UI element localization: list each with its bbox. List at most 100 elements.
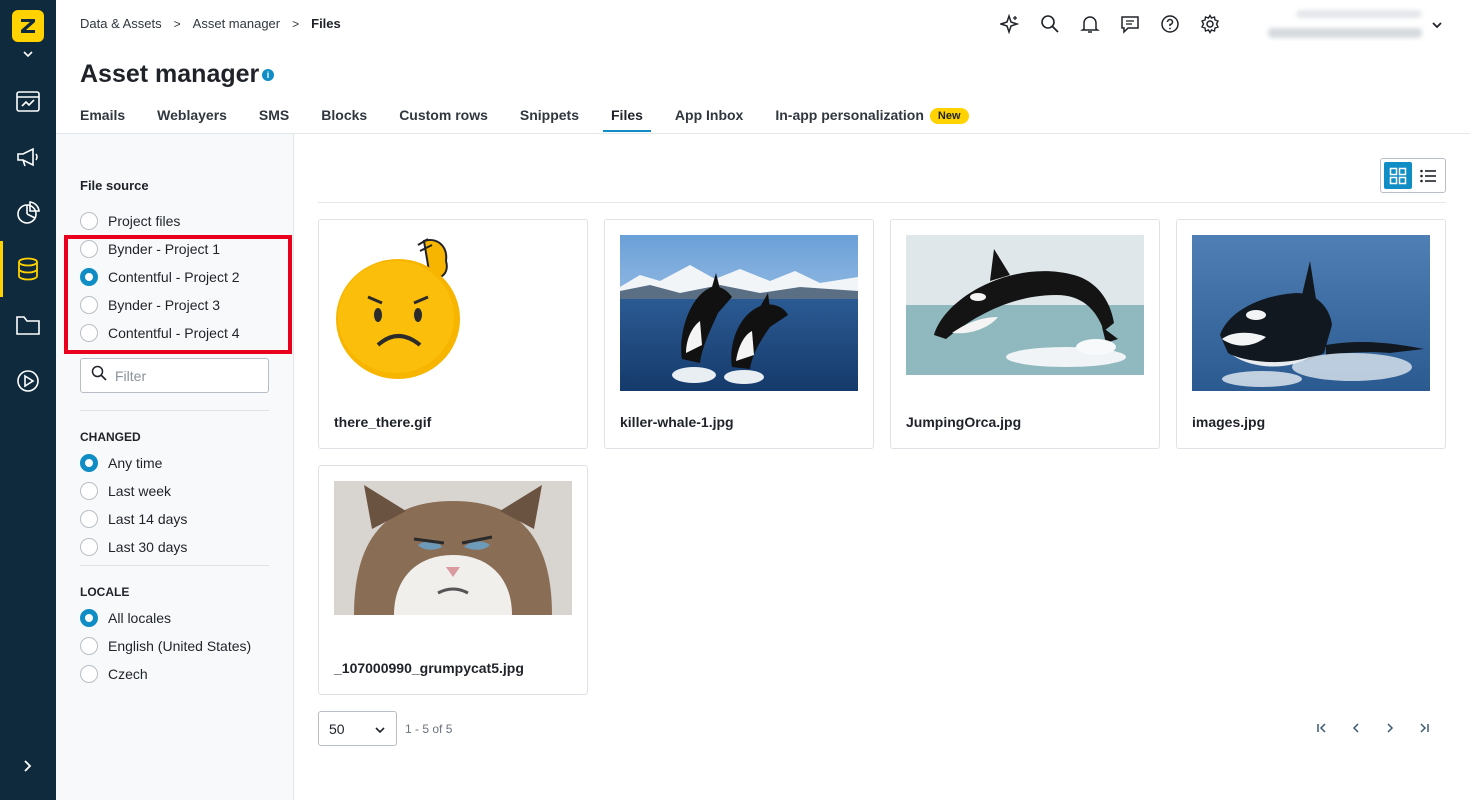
radio-button[interactable] <box>80 538 98 556</box>
divider <box>80 410 269 411</box>
first-page-icon[interactable] <box>1312 718 1332 738</box>
radio-label: Last week <box>108 483 172 499</box>
radio-button-checked[interactable] <box>80 454 98 472</box>
tab-emails[interactable]: Emails <box>80 100 125 132</box>
tab-blocks[interactable]: Blocks <box>321 100 367 132</box>
file-card[interactable]: there_there.gif <box>318 219 588 449</box>
tab-app-inbox[interactable]: App Inbox <box>675 100 743 132</box>
radio-label: Last 14 days <box>108 511 188 527</box>
breadcrumb-item-data-assets[interactable]: Data & Assets <box>80 16 162 31</box>
campaigns-icon[interactable] <box>0 74 56 130</box>
filter-input[interactable] <box>115 367 255 384</box>
project-name-blurred <box>1268 28 1422 38</box>
radio-project-files[interactable]: Project files <box>80 211 180 231</box>
radio-czech[interactable]: Czech <box>80 664 148 684</box>
tab-snippets[interactable]: Snippets <box>520 100 579 132</box>
app-logo[interactable] <box>12 10 44 42</box>
breadcrumb-item-asset-manager[interactable]: Asset manager <box>193 16 280 31</box>
radio-button-checked[interactable] <box>80 609 98 627</box>
tab-files[interactable]: Files <box>603 100 651 132</box>
radio-button[interactable] <box>80 212 98 230</box>
tab-custom-rows[interactable]: Custom rows <box>399 100 488 132</box>
radio-button[interactable] <box>80 665 98 683</box>
tab-label: In-app personalization <box>775 107 924 123</box>
gear-icon[interactable] <box>1198 12 1222 36</box>
filter-field[interactable] <box>80 358 269 393</box>
radio-label: All locales <box>108 610 172 626</box>
radio-button[interactable] <box>80 482 98 500</box>
chevron-down-icon[interactable] <box>1430 18 1444 37</box>
tab-label: SMS <box>258 107 290 123</box>
play-icon[interactable] <box>0 353 56 409</box>
search-icon <box>91 365 107 386</box>
tab-label: Snippets <box>519 107 579 123</box>
divider <box>80 565 269 566</box>
database-icon[interactable] <box>0 241 56 297</box>
new-badge: New <box>929 108 969 124</box>
radio-label: Project files <box>108 213 181 229</box>
grid-view-icon[interactable] <box>1384 162 1412 189</box>
filter-sidebar: File source Project files Bynder - Proje… <box>56 134 294 800</box>
list-view-icon[interactable] <box>1415 162 1443 189</box>
search-icon[interactable] <box>1038 12 1062 36</box>
chevron-down-icon <box>374 723 386 739</box>
radio-last-14-days[interactable]: Last 14 days <box>80 509 187 529</box>
file-card[interactable]: killer-whale-1.jpg <box>604 219 874 449</box>
tab-label: Weblayers <box>157 107 227 123</box>
breadcrumb: Data & Assets > Asset manager > Files <box>80 16 341 31</box>
tab-label: App Inbox <box>674 107 744 123</box>
breadcrumb-separator: > <box>292 16 300 31</box>
radio-label: Last 30 days <box>108 539 188 555</box>
chevron-down-icon[interactable] <box>20 48 36 60</box>
file-name: images.jpg <box>1192 414 1266 430</box>
next-page-icon[interactable] <box>1380 718 1400 738</box>
radio-label: English (United States) <box>108 638 252 654</box>
last-page-icon[interactable] <box>1414 718 1434 738</box>
grumpy-cat-image <box>334 481 572 637</box>
tab-label: Files <box>611 107 643 123</box>
file-name: killer-whale-1.jpg <box>620 414 734 430</box>
account-switcher[interactable] <box>1262 6 1452 42</box>
radio-last-30-days[interactable]: Last 30 days <box>80 537 187 557</box>
analytics-icon[interactable] <box>0 185 56 241</box>
tab-weblayers[interactable]: Weblayers <box>157 100 227 132</box>
left-nav-rail <box>0 0 56 800</box>
tab-sms[interactable]: SMS <box>259 100 289 132</box>
two-orcas-image <box>620 235 858 391</box>
radio-all-locales[interactable]: All locales <box>80 608 171 628</box>
radio-label: Czech <box>108 666 148 682</box>
header-actions <box>998 12 1222 36</box>
radio-any-time[interactable]: Any time <box>80 453 162 473</box>
tab-in-app-personalization[interactable]: In-app personalization New <box>775 100 969 132</box>
radio-button[interactable] <box>80 637 98 655</box>
page-size-select[interactable]: 50 <box>318 711 397 746</box>
orca-splash-image <box>1192 235 1430 391</box>
pagination-controls <box>1312 718 1434 738</box>
folder-icon[interactable] <box>0 297 56 353</box>
info-icon[interactable]: i <box>262 69 274 81</box>
file-card[interactable]: _107000990_grumpycat5.jpg <box>318 465 588 695</box>
tab-label: Custom rows <box>399 107 488 123</box>
expand-icon[interactable] <box>16 754 40 778</box>
view-mode-toggle <box>1380 158 1446 193</box>
radio-english-us[interactable]: English (United States) <box>80 636 251 656</box>
tab-label: Blocks <box>321 107 368 123</box>
page-title: Asset manager <box>80 60 260 88</box>
file-source-title: File source <box>80 178 149 193</box>
bell-icon[interactable] <box>1078 12 1102 36</box>
file-card[interactable]: images.jpg <box>1176 219 1446 449</box>
radio-button[interactable] <box>80 510 98 528</box>
file-name: JumpingOrca.jpg <box>906 414 1022 430</box>
file-name: there_there.gif <box>334 414 432 430</box>
previous-page-icon[interactable] <box>1346 718 1366 738</box>
megaphone-icon[interactable] <box>0 129 56 185</box>
help-icon[interactable] <box>1158 12 1182 36</box>
page-range: 1 - 5 of 5 <box>405 722 453 736</box>
locale-title: LOCALE <box>80 585 130 599</box>
file-card[interactable]: JumpingOrca.jpg <box>890 219 1160 449</box>
radio-last-week[interactable]: Last week <box>80 481 171 501</box>
sparkle-icon[interactable] <box>998 12 1022 36</box>
jumping-orca-image <box>906 235 1144 391</box>
page-size-value: 50 <box>329 720 345 737</box>
chat-icon[interactable] <box>1118 12 1142 36</box>
